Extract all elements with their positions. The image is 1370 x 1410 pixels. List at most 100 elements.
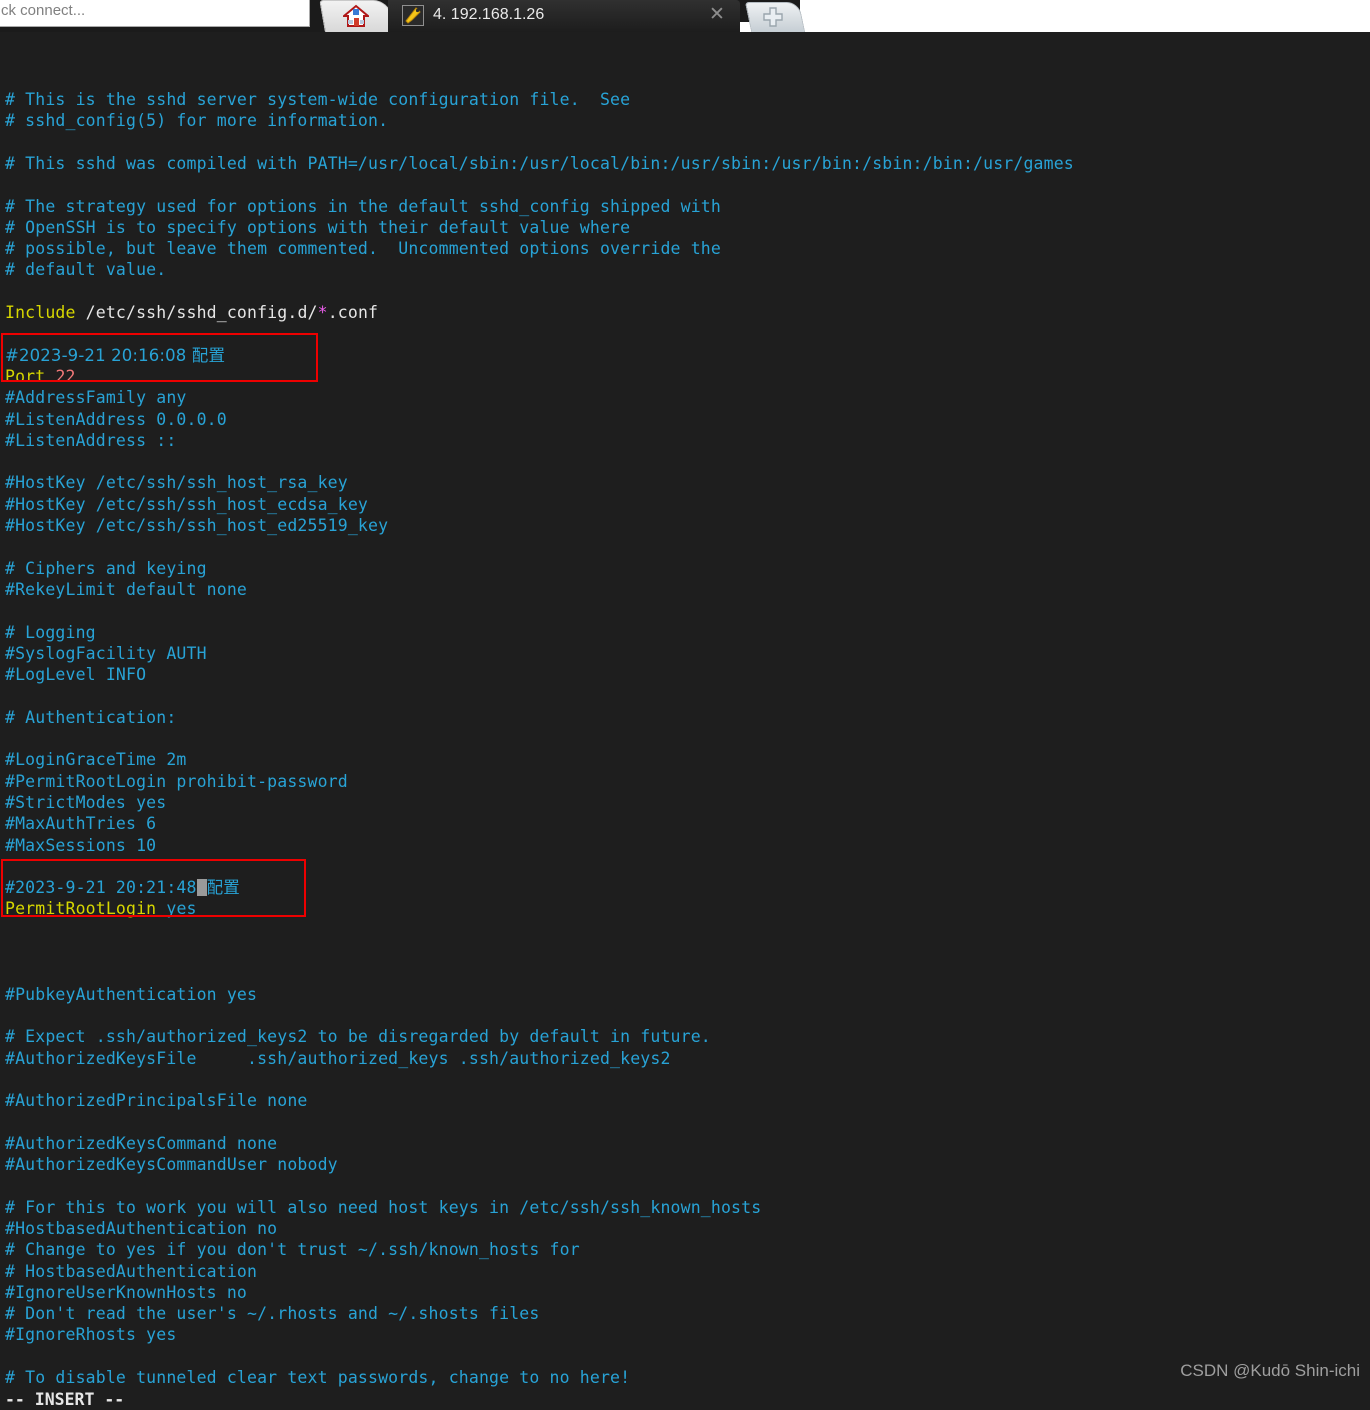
terminal-line: # This is the sshd server system-wide co…: [5, 89, 630, 110]
terminal-tab-192-168-1-26[interactable]: 4. 192.168.1.26 ✕: [388, 0, 740, 32]
browser-tab-bar: ck connect... 4. 192.168.1.26 ✕: [0, 0, 1370, 32]
terminal-line: #LogLevel INFO: [5, 664, 146, 685]
tab-bar-underline: [716, 22, 1370, 32]
text-span: #IgnoreRhosts yes: [5, 1325, 177, 1345]
text-span: #PubkeyAuthentication yes: [5, 984, 258, 1004]
plus-icon[interactable]: [762, 6, 784, 28]
terminal-line: #ListenAddress ::: [5, 430, 176, 451]
terminal-line: #HostbasedAuthentication no: [5, 1218, 277, 1239]
terminal-line: #HostKey /etc/ssh/ssh_host_rsa_key: [5, 472, 348, 493]
text-span: # sshd_config(5) for more information.: [5, 111, 389, 131]
text-span: #2023-9-21 20:21:48: [5, 878, 197, 898]
terminal-line: Include /etc/ssh/sshd_config.d/*.conf: [5, 302, 378, 323]
text-span: #MaxAuthTries 6: [5, 814, 157, 834]
terminal-line: #HostKey /etc/ssh/ssh_host_ecdsa_key: [5, 494, 368, 515]
text-span: #AddressFamily any: [5, 388, 187, 408]
text-span: #PermitRootLogin prohibit-password: [5, 771, 348, 791]
terminal-line: #AuthorizedPrincipalsFile none: [5, 1090, 308, 1111]
terminal-line: #2023-9-21 20:16:08 配置: [5, 345, 225, 366]
text-span: #LogLevel INFO: [5, 665, 147, 685]
text-span: # HostbasedAuthentication: [5, 1261, 258, 1281]
terminal-line: #PermitRootLogin prohibit-password: [5, 771, 348, 792]
text-span: #2023-9-21 20:16:08 配置: [5, 345, 226, 365]
terminal-line: #LoginGraceTime 2m: [5, 749, 187, 770]
terminal-viewport[interactable]: # This is the sshd server system-wide co…: [0, 32, 1370, 1409]
csdn-watermark: CSDN @Kudō Shin-ichi: [1180, 1361, 1360, 1380]
text-span: # The strategy used for options in the d…: [5, 196, 721, 216]
terminal-line: # sshd_config(5) for more information.: [5, 110, 388, 131]
text-span: # default value.: [5, 260, 167, 280]
text-span: # This sshd was compiled with PATH=/usr/…: [5, 153, 1074, 173]
terminal-line: #MaxAuthTries 6: [5, 813, 156, 834]
terminal-line: PermitRootLogin yes: [5, 898, 197, 919]
address-input-text: ck connect...: [1, 2, 86, 19]
text-span: # Logging: [5, 622, 96, 642]
terminal-line: #IgnoreUserKnownHosts no: [5, 1282, 247, 1303]
text-span: #LoginGraceTime 2m: [5, 750, 187, 770]
text-span: PermitRootLogin: [5, 899, 157, 919]
text-span: #AuthorizedKeysCommandUser nobody: [5, 1155, 338, 1174]
terminal-line: # Change to yes if you don't trust ~/.ss…: [5, 1239, 580, 1260]
address-input-box[interactable]: ck connect...: [0, 0, 310, 27]
terminal-line: # Don't read the user's ~/.rhosts and ~/…: [5, 1303, 539, 1324]
text-span: #RekeyLimit default none: [5, 579, 248, 599]
terminal-line: # Authentication:: [5, 707, 176, 728]
terminal-line: # Logging: [5, 622, 96, 643]
text-span: # possible, but leave them commented. Un…: [5, 239, 721, 259]
text-span: 22: [55, 366, 76, 386]
text-span: #MaxSessions 10: [5, 835, 157, 855]
text-span: # Expect .ssh/authorized_keys2 to be dis…: [5, 1027, 711, 1047]
wrench-icon: [402, 5, 424, 26]
terminal-line: #StrictModes yes: [5, 792, 166, 813]
text-span: Include: [5, 303, 76, 322]
text-span: # Ciphers and keying: [5, 558, 207, 578]
terminal-line: # HostbasedAuthentication: [5, 1261, 257, 1282]
text-span: [156, 899, 166, 918]
terminal-line: #HostKey /etc/ssh/ssh_host_ed25519_key: [5, 515, 388, 536]
text-span: [45, 367, 55, 386]
text-span: #StrictModes yes: [5, 792, 167, 812]
home-icon[interactable]: [343, 4, 369, 28]
text-span: *: [317, 303, 328, 322]
text-span: #AuthorizedKeysCommand none: [5, 1133, 278, 1153]
text-span: Port: [5, 366, 46, 386]
text-span: .conf: [327, 303, 379, 322]
terminal-line: # Expect .ssh/authorized_keys2 to be dis…: [5, 1026, 711, 1047]
text-span: # To disable tunneled clear text passwor…: [5, 1368, 631, 1387]
text-span: #HostKey /etc/ssh/ssh_host_ed25519_key: [5, 516, 389, 535]
close-icon[interactable]: ✕: [708, 5, 726, 24]
terminal-line: #AddressFamily any: [5, 387, 187, 408]
text-span: #SyslogFacility AUTH: [5, 643, 207, 663]
text-span: # Change to yes if you don't trust ~/.ss…: [5, 1240, 580, 1260]
tab-title-label: 4. 192.168.1.26: [433, 6, 545, 23]
text-span: yes: [166, 899, 197, 919]
text-span: # For this to work you will also need ho…: [5, 1197, 762, 1217]
terminal-line: # This sshd was compiled with PATH=/usr/…: [5, 153, 1074, 174]
text-span: #AuthorizedPrincipalsFile none: [5, 1091, 308, 1111]
text-cursor: [196, 879, 207, 897]
text-span: #ListenAddress ::: [5, 430, 177, 450]
terminal-line: Port 22: [5, 366, 76, 387]
text-span: #IgnoreUserKnownHosts no: [5, 1282, 248, 1302]
terminal-line: # The strategy used for options in the d…: [5, 196, 721, 217]
text-span: # Don't read the user's ~/.rhosts and ~/…: [5, 1304, 540, 1324]
terminal-line: #SyslogFacility AUTH: [5, 643, 207, 664]
terminal-line: #ListenAddress 0.0.0.0: [5, 409, 227, 430]
terminal-line: # OpenSSH is to specify options with the…: [5, 217, 630, 238]
terminal-line: # default value.: [5, 259, 166, 280]
text-span: #HostbasedAuthentication no: [5, 1218, 278, 1238]
terminal-line: #2023-9-21 20:21:48 配置: [5, 877, 240, 898]
